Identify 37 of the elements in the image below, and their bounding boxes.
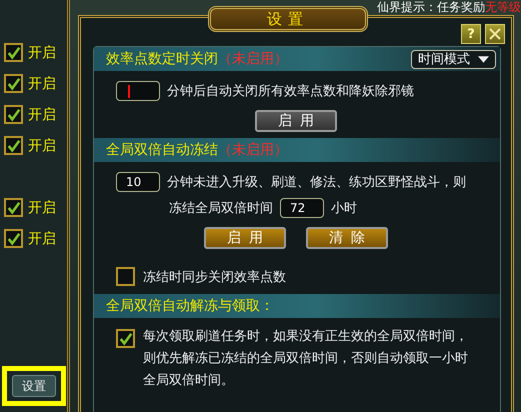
system-notice: 仙界提示：任务奖励无等级 <box>377 0 521 15</box>
status-label: （未启用） <box>218 141 288 159</box>
status-label: （未启用） <box>218 50 288 68</box>
settings-button[interactable]: 设置 <box>12 375 56 397</box>
checkbox[interactable] <box>4 105 23 124</box>
hours-field[interactable]: 72 <box>280 198 324 218</box>
toggle-label: 开启 <box>28 198 56 216</box>
toggle-label: 开启 <box>28 136 56 154</box>
condition-text: 分钟未进入升级、刷道、修法、练功区野怪战斗，则 <box>167 174 466 191</box>
toggle-label: 开启 <box>28 44 56 62</box>
section-title: 全局双倍自动冻结 <box>106 141 218 159</box>
unit-label: 小时 <box>331 200 357 217</box>
toggle-label: 开启 <box>28 74 56 92</box>
toggle-label: 开启 <box>28 106 56 124</box>
checkbox[interactable] <box>116 329 135 348</box>
toggle-label: 开启 <box>28 230 56 248</box>
dialog-title: 设置 <box>208 6 368 32</box>
close-button[interactable] <box>485 24 505 44</box>
description-text: 分钟后自动关闭所有效率点数和降妖除邪镜 <box>167 83 414 100</box>
clear-button[interactable]: 清除 <box>306 227 388 249</box>
checkbox[interactable] <box>4 229 23 248</box>
checkbox[interactable] <box>116 267 135 286</box>
section-title: 效率点数定时关闭 <box>106 50 218 68</box>
checkbox-label: 冻结时同步关闭效率点数 <box>143 268 286 286</box>
mode-dropdown[interactable]: 时间模式 <box>411 50 496 68</box>
checkbox[interactable] <box>4 198 23 217</box>
checkbox[interactable] <box>4 136 23 155</box>
close-icon <box>489 28 501 40</box>
checkbox[interactable] <box>4 43 23 62</box>
freeze-text: 冻结全局双倍时间 <box>169 200 273 217</box>
minutes-field[interactable] <box>116 81 160 101</box>
section-title: 全局双倍自动解冻与领取： <box>106 297 274 315</box>
checkbox[interactable] <box>4 74 23 93</box>
enable-button[interactable]: 启用 <box>204 227 286 249</box>
checkbox-label: 每次领取刷道任务时，如果没有正生效的全局双倍时间，则优先解冻已冻结的全局双倍时间，否则自动领取一小时全局双倍时间。 <box>143 328 469 390</box>
dropdown-arrow-icon <box>478 54 489 64</box>
minutes-field[interactable]: 10 <box>116 172 160 192</box>
